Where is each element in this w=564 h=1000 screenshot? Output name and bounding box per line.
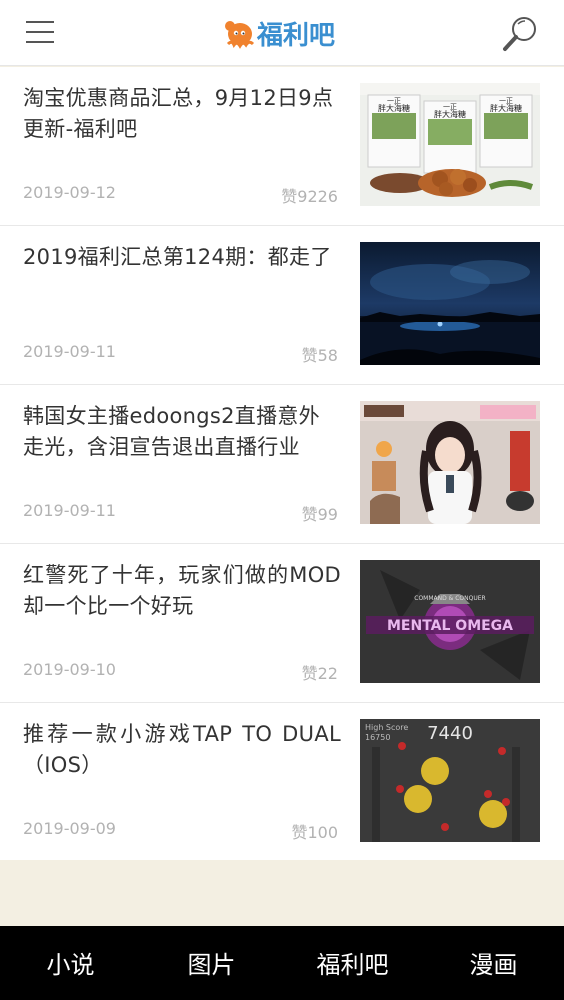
tab-comics[interactable]: 漫画 (423, 926, 564, 1000)
product-box-3: 一正 胖大海糖 (479, 94, 533, 168)
game-logo-top-text: COMMAND & CONQUER (414, 595, 485, 602)
page-background (0, 860, 564, 926)
article-title[interactable]: 推荐一款小游戏TAP TO DUAL（IOS） (23, 719, 341, 781)
article-title[interactable]: 2019福利汇总第124期：都走了 (23, 242, 341, 273)
box-label-text: 胖大海糖 (490, 103, 522, 113)
article-likes: 赞99 (301, 505, 338, 524)
search-icon[interactable] (500, 14, 542, 54)
product-box-2: 一正 胖大海糖 (423, 100, 477, 174)
high-score-value: 16750 (365, 733, 390, 742)
article-date: 2019-09-10 (23, 660, 116, 679)
high-score-label: High Score (365, 723, 408, 732)
article-item[interactable]: 推荐一款小游戏TAP TO DUAL（IOS） 2019-09-09 赞100 … (0, 703, 564, 862)
score-value: 7440 (427, 723, 473, 744)
article-likes: 赞100 (291, 823, 338, 842)
article-title[interactable]: 韩国女主播edoongs2直播意外走光，含泪宣告退出直播行业 (23, 401, 341, 463)
article-date: 2019-09-09 (23, 819, 116, 838)
article-likes: 赞22 (301, 664, 338, 683)
article-title[interactable]: 红警死了十年，玩家们做的MOD却一个比一个好玩 (23, 560, 341, 622)
bottom-tab-bar: 小说 图片 福利吧 漫画 (0, 926, 564, 1000)
article-thumbnail[interactable]: High Score 16750 7440 (360, 719, 540, 842)
article-date: 2019-09-12 (23, 183, 116, 202)
box-label-text: 胖大海糖 (378, 103, 410, 113)
product-box-1: 一正 胖大海糖 (367, 94, 421, 168)
article-thumbnail[interactable] (360, 401, 540, 524)
box-label-text: 胖大海糖 (434, 109, 466, 119)
article-date: 2019-09-11 (23, 342, 116, 361)
article-item[interactable]: 韩国女主播edoongs2直播意外走光，含泪宣告退出直播行业 2019-09-1… (0, 385, 564, 544)
article-item[interactable]: 淘宝优惠商品汇总，9月12日9点更新-福利吧 2019-09-12 赞9226 … (0, 67, 564, 226)
game-logo-text: MENTAL OMEGA (387, 618, 513, 634)
article-thumbnail[interactable]: COMMAND & CONQUER MENTAL OMEGA (360, 560, 540, 683)
tab-fuliba[interactable]: 福利吧 (282, 926, 423, 1000)
article-list: 淘宝优惠商品汇总，9月12日9点更新-福利吧 2019-09-12 赞9226 … (0, 67, 564, 862)
article-likes: 赞9226 (281, 187, 338, 206)
top-header: 福利吧 (0, 0, 564, 66)
article-item[interactable]: 2019福利汇总第124期：都走了 2019-09-11 赞58 (0, 226, 564, 385)
tab-novels[interactable]: 小说 (0, 926, 141, 1000)
article-thumbnail[interactable]: 一正 胖大海糖 一正 胖大海糖 一正 胖大海糖 (360, 83, 540, 206)
article-item[interactable]: 红警死了十年，玩家们做的MOD却一个比一个好玩 2019-09-10 赞22 C… (0, 544, 564, 703)
article-title[interactable]: 淘宝优惠商品汇总，9月12日9点更新-福利吧 (23, 83, 341, 145)
article-thumbnail[interactable] (360, 242, 540, 365)
logo-text: 福利吧 (257, 20, 336, 51)
article-date: 2019-09-11 (23, 501, 116, 520)
tab-pictures[interactable]: 图片 (141, 926, 282, 1000)
article-likes: 赞58 (301, 346, 338, 365)
site-logo[interactable]: 福利吧 (222, 14, 335, 52)
hamburger-menu-icon[interactable] (26, 19, 54, 45)
octopus-logo-icon (225, 21, 255, 49)
